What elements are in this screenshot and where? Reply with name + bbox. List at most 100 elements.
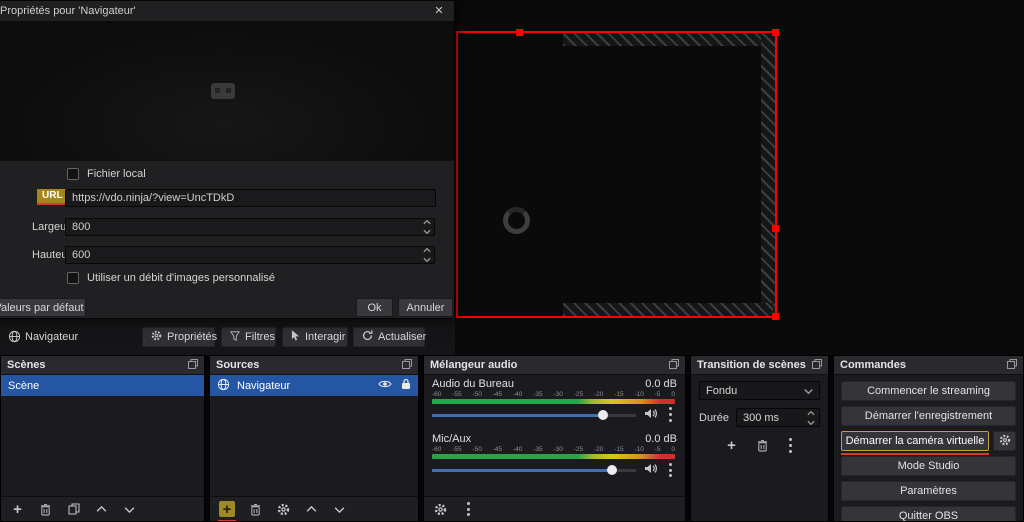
start-streaming-button[interactable]: Commencer le streaming: [841, 381, 1016, 401]
add-transition-button[interactable]: +: [724, 437, 739, 454]
interact-button[interactable]: Interagir: [282, 327, 348, 347]
local-file-label: Fichier local: [87, 168, 146, 180]
quit-obs-button[interactable]: Quitter OBS: [841, 506, 1016, 521]
close-icon[interactable]: ✕: [430, 3, 448, 19]
tick-label: -60: [432, 391, 442, 398]
move-source-down-button[interactable]: [332, 501, 347, 518]
sources-panel-title: Sources: [216, 359, 260, 371]
speaker-icon[interactable]: [644, 463, 658, 477]
preview-canvas[interactable]: [455, 0, 1024, 355]
visibility-eye-icon[interactable]: [378, 379, 392, 392]
virtual-camera-row: Démarrer la caméra virtuelle: [841, 431, 1016, 455]
mixer-menu-kebab-icon[interactable]: [464, 500, 473, 517]
cancel-button[interactable]: Annuler: [398, 298, 453, 317]
resize-handle-top-right[interactable]: [772, 29, 779, 36]
move-source-up-button[interactable]: [304, 501, 319, 518]
obs-main-window: Navigateur Propriétés Filtres Interagir …: [0, 0, 1024, 522]
popout-icon[interactable]: [669, 358, 679, 372]
source-toolbar: Navigateur Propriétés Filtres Interagir …: [0, 324, 455, 350]
duration-label: Durée: [699, 411, 729, 424]
tick-label: -45: [492, 446, 503, 454]
speaker-icon[interactable]: [644, 408, 658, 422]
properties-dialog: Propriétés pour 'Navigateur' ✕ Fichier l…: [0, 0, 455, 319]
source-properties-gear-icon[interactable]: [276, 501, 291, 518]
mixer-settings-gear-icon[interactable]: [433, 501, 448, 518]
filters-button[interactable]: Filtres: [221, 327, 276, 347]
start-recording-button[interactable]: Démarrer l'enregistrement: [841, 406, 1016, 426]
scene-list-item[interactable]: Scène: [1, 375, 204, 396]
tick-label: -50: [472, 391, 482, 398]
transition-menu-kebab-icon[interactable]: [786, 437, 795, 454]
source-list-item[interactable]: Navigateur: [210, 375, 418, 396]
lock-icon[interactable]: [401, 378, 411, 393]
gear-icon: [151, 330, 162, 344]
remove-scene-button[interactable]: [38, 501, 53, 518]
cursor-icon: [291, 330, 300, 344]
controls-panel: Commandes Commencer le streaming Démarre…: [833, 355, 1024, 522]
tick-label: -50: [472, 446, 482, 454]
remove-transition-button[interactable]: [755, 437, 770, 454]
source-bounds-top-edge: [456, 31, 777, 33]
channel-menu-kebab-icon[interactable]: [666, 406, 675, 423]
height-stepper[interactable]: [422, 248, 431, 262]
source-bounds-right-edge: [775, 31, 777, 318]
tick-label: -55: [452, 446, 462, 454]
mixer-scale-ticks: -60 -55 -50 -45 -40 -35 -30 -25 -20 -15 -10 -5 0: [432, 446, 675, 453]
browser-source-placeholder-icon: [211, 82, 235, 99]
mixer-channel-mic-aux: Mic/Aux 0.0 dB -60 -55 -50 -45 -40 -35 -30 -25-…: [424, 430, 685, 478]
width-input[interactable]: [65, 218, 435, 236]
popout-icon[interactable]: [188, 358, 198, 372]
sources-panel: Sources Navigateur +: [209, 355, 419, 522]
popout-icon[interactable]: [812, 358, 822, 372]
virtual-camera-settings-button[interactable]: [993, 431, 1016, 451]
mixer-level-meter: [432, 454, 675, 460]
transition-select[interactable]: Fondu: [699, 381, 820, 400]
volume-slider[interactable]: [432, 464, 636, 476]
duplicate-icon[interactable]: [66, 501, 81, 518]
volume-slider[interactable]: [432, 409, 636, 421]
tick-label: -35: [533, 391, 543, 398]
refresh-button[interactable]: Actualiser: [353, 327, 426, 347]
refresh-icon: [362, 330, 373, 344]
studio-mode-button[interactable]: Mode Studio: [841, 456, 1016, 476]
controls-panel-title: Commandes: [840, 359, 907, 371]
volume-slider-knob[interactable]: [598, 409, 609, 420]
out-of-bounds-stripes-bottom: [563, 303, 773, 316]
url-input[interactable]: [65, 189, 436, 207]
add-scene-button[interactable]: +: [10, 501, 25, 518]
duration-input[interactable]: 300 ms: [735, 408, 820, 427]
scenes-panel-title: Scènes: [7, 359, 46, 371]
volume-slider-knob[interactable]: [606, 465, 617, 476]
resize-handle-bottom-right[interactable]: [772, 313, 779, 320]
add-source-button[interactable]: +: [218, 501, 236, 521]
start-virtual-camera-button[interactable]: Démarrer la caméra virtuelle: [841, 431, 989, 451]
dialog-titlebar[interactable]: Propriétés pour 'Navigateur' ✕: [0, 1, 454, 21]
move-scene-up-button[interactable]: [94, 501, 109, 518]
tick-label: -55: [452, 391, 462, 398]
tick-label: -35: [533, 446, 543, 454]
scenes-panel: Scènes Scène +: [0, 355, 205, 522]
custom-fps-checkbox[interactable]: [67, 272, 79, 284]
properties-button[interactable]: Propriétés: [142, 327, 217, 347]
chevron-down-icon: [804, 385, 813, 397]
width-stepper[interactable]: [422, 220, 431, 234]
remove-source-button[interactable]: [248, 501, 263, 518]
mixer-channel-name: Mic/Aux: [432, 433, 472, 446]
height-input[interactable]: [65, 246, 435, 264]
resize-handle-right-center[interactable]: [772, 225, 779, 232]
settings-button[interactable]: Paramètres: [841, 481, 1016, 501]
dialog-title: Propriétés pour 'Navigateur': [0, 5, 136, 17]
filter-icon: [230, 330, 240, 344]
channel-menu-kebab-icon[interactable]: [666, 461, 675, 478]
resize-handle-top-center[interactable]: [516, 29, 523, 36]
popout-icon[interactable]: [402, 358, 412, 372]
tick-label: 0: [671, 391, 675, 398]
ok-button[interactable]: Ok: [356, 298, 393, 317]
sources-toolbar: +: [210, 496, 418, 521]
duration-stepper[interactable]: [806, 411, 815, 425]
move-scene-down-button[interactable]: [122, 501, 137, 518]
browser-source-preview: [0, 21, 454, 161]
local-file-checkbox[interactable]: [67, 168, 79, 180]
defaults-button[interactable]: Valeurs par défaut: [0, 298, 86, 317]
popout-icon[interactable]: [1007, 358, 1017, 372]
